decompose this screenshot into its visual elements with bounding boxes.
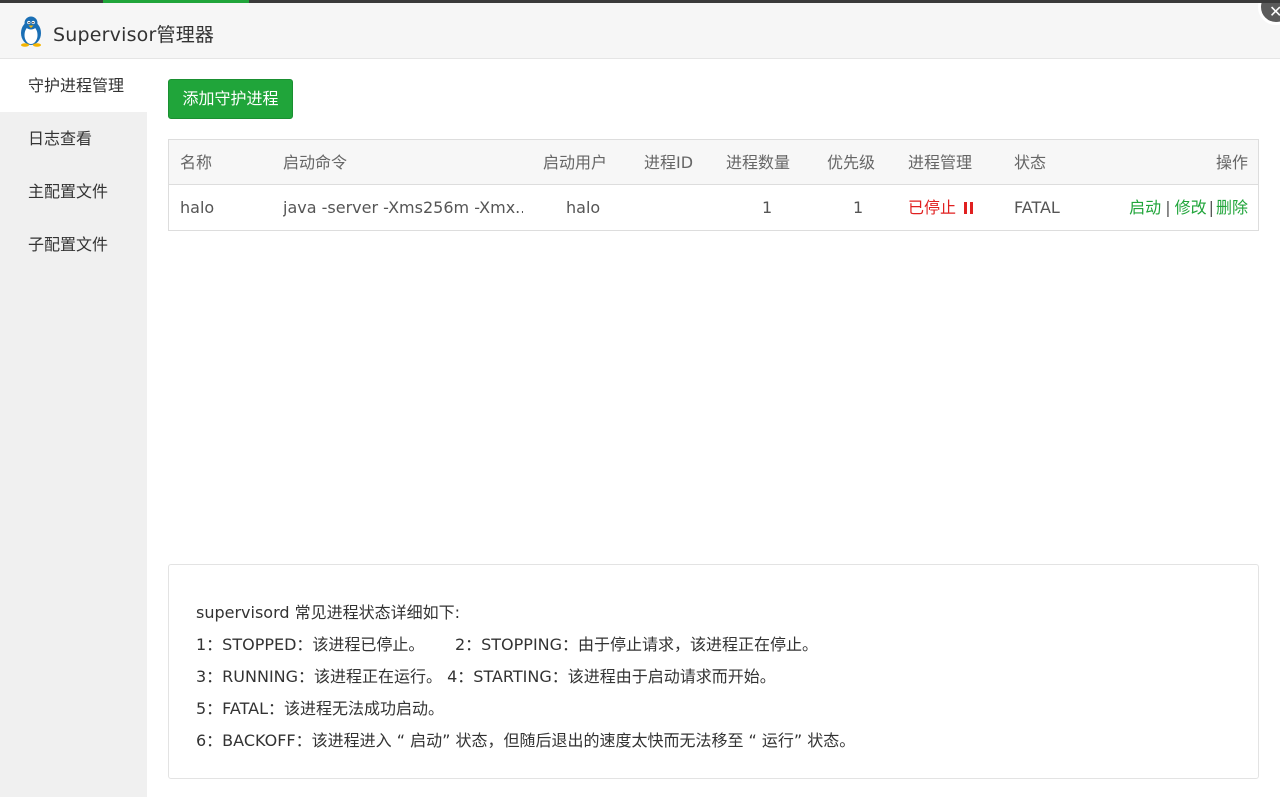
supervisor-window: Supervisor管理器 守护进程管理 日志查看 主配置文件 子配置文件 添加… [0, 3, 1280, 797]
row-priority: 1 [853, 198, 864, 217]
close-icon: ✕ [1269, 3, 1280, 21]
sidebar-item-main-config[interactable]: 主配置文件 [0, 165, 147, 218]
table-header: 名称 启动命令 启动用户 进程ID 进程数量 优先级 进程管理 状态 操作 [169, 140, 1258, 185]
info-line: 6：BACKOFF：该进程进入 “ 启动” 状态，但随后退出的速度太快而无法移至… [196, 731, 856, 750]
info-line: 1：STOPPED：该进程已停止。 2：STOPPING：由于停止请求，该进程正… [196, 635, 819, 654]
info-line: 5：FATAL：该进程无法成功启动。 [196, 699, 445, 718]
header-numprocs: 进程数量 [726, 153, 791, 172]
stopped-label: 已停止 [908, 198, 957, 217]
sidebar-item-sub-config[interactable]: 子配置文件 [0, 218, 147, 271]
edit-link[interactable]: 修改 [1175, 198, 1207, 217]
action-separator: | [1165, 198, 1171, 217]
sidebar-item-log-view[interactable]: 日志查看 [0, 112, 147, 165]
delete-link[interactable]: 删除 [1216, 198, 1248, 217]
process-table: 名称 启动命令 启动用户 进程ID 进程数量 优先级 进程管理 状态 操作 ha… [168, 139, 1259, 231]
header-actions: 操作 [1215, 153, 1248, 172]
sidebar: 守护进程管理 日志查看 主配置文件 子配置文件 [0, 59, 147, 797]
action-separator: | [1208, 198, 1214, 217]
header-user: 启动用户 [543, 153, 608, 172]
header-status: 状态 [1014, 153, 1047, 172]
window-title: Supervisor管理器 [53, 24, 215, 46]
header-command: 启动命令 [283, 153, 348, 172]
add-daemon-button[interactable]: 添加守护进程 [168, 79, 293, 119]
header-name: 名称 [180, 153, 213, 172]
title-bar: Supervisor管理器 [0, 3, 1280, 59]
row-user: halo [566, 198, 601, 217]
row-status: FATAL [1014, 198, 1060, 217]
table-row: halo java -server -Xms256m -Xmx... halo … [169, 185, 1258, 230]
header-pid: 进程ID [644, 153, 694, 172]
pause-icon [964, 202, 974, 214]
info-line: 3：RUNNING：该进程正在运行。 4：STARTING：该进程由于启动请求而… [196, 667, 776, 686]
status-info-box: supervisord 常见进程状态详细如下: 1：STOPPED：该进程已停止… [168, 564, 1259, 779]
penguin-icon [21, 16, 41, 47]
process-toggle[interactable]: 已停止 [908, 185, 974, 230]
header-manage: 进程管理 [908, 153, 973, 172]
info-line: supervisord 常见进程状态详细如下: [196, 603, 461, 622]
row-numprocs: 1 [762, 198, 773, 217]
start-link[interactable]: 启动 [1129, 198, 1161, 217]
row-command: java -server -Xms256m -Xmx... [283, 198, 523, 217]
sidebar-item-daemon-manage[interactable]: 守护进程管理 [0, 59, 147, 112]
row-actions: 启动 | 修改 | 删除 [1129, 185, 1248, 230]
row-name: halo [180, 198, 215, 217]
header-priority: 优先级 [827, 153, 876, 172]
